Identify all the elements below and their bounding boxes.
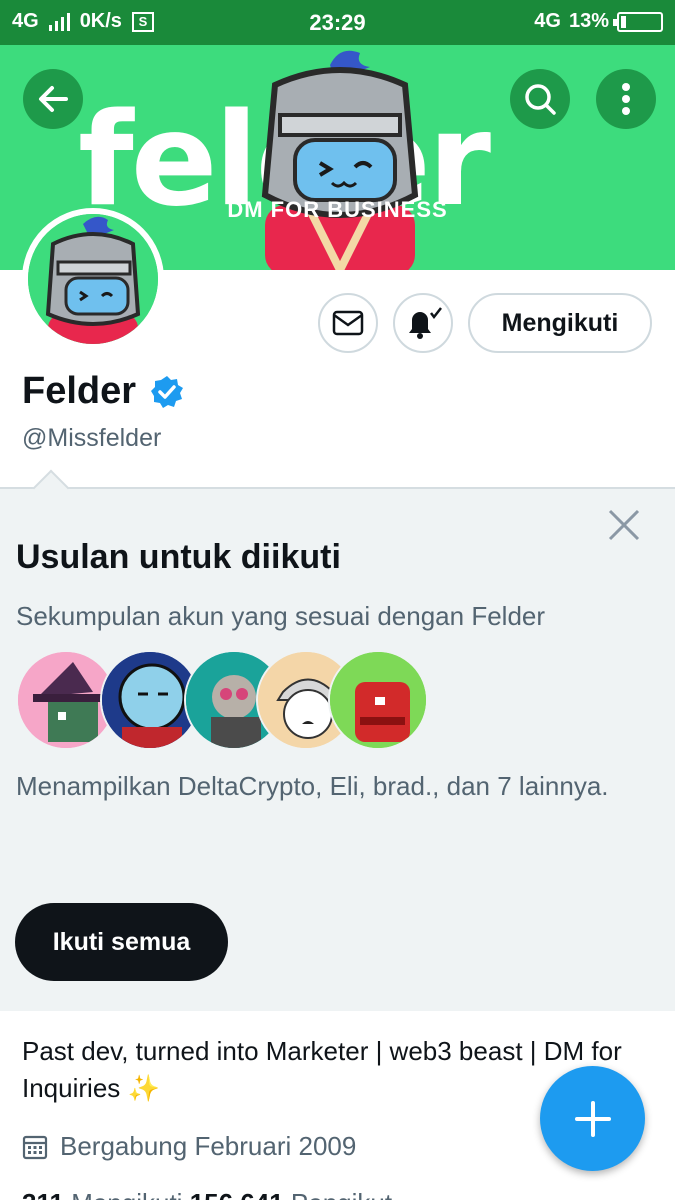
suggestions-subtitle: Sekumpulan akun yang sesuai dengan Felde… xyxy=(16,601,546,631)
avatar-5[interactable] xyxy=(328,650,428,750)
suggestions-names: Menampilkan DeltaCrypto, Eli, brad., dan… xyxy=(16,771,609,801)
calendar-icon xyxy=(22,1135,48,1159)
knight-illustration xyxy=(261,50,419,270)
following-label[interactable]: Mengikuti xyxy=(71,1188,182,1200)
plus-icon xyxy=(574,1100,611,1137)
status-bar: 4G 0K/s S 23:29 4G 13% xyxy=(0,0,675,45)
battery-icon xyxy=(613,11,663,32)
following-button[interactable]: Mengikuti xyxy=(468,293,652,353)
verified-badge-icon xyxy=(151,375,184,408)
follow-all-button[interactable]: Ikuti semua xyxy=(15,903,228,981)
network-label-right: 4G xyxy=(534,10,561,32)
arrow-left-icon xyxy=(39,86,68,112)
profile-avatar[interactable] xyxy=(22,208,164,350)
bell-check-icon xyxy=(409,307,442,339)
follow-counts: 311 Mengikuti 156.641 Pengikut xyxy=(22,1188,392,1200)
bio-text: Past dev, turned into Marketer | web3 be… xyxy=(22,1036,622,1103)
followers-label[interactable]: Pengikut xyxy=(291,1188,392,1200)
more-options-button[interactable] xyxy=(596,69,656,129)
notifications-button[interactable] xyxy=(393,293,453,353)
display-name: Felder xyxy=(22,370,137,412)
profile-handle: @Missfelder xyxy=(22,424,162,452)
status-right: 4G 13% xyxy=(534,10,663,33)
envelope-icon xyxy=(332,310,364,336)
back-button[interactable] xyxy=(23,69,83,129)
profile-name-row: Felder xyxy=(22,370,184,413)
search-icon xyxy=(525,84,556,115)
knight-avatar-image xyxy=(28,214,158,344)
joined-date-row: Bergabung Februari 2009 xyxy=(22,1131,356,1162)
compose-tweet-button[interactable] xyxy=(540,1066,645,1171)
red-dragon-image xyxy=(330,652,426,748)
suggested-avatars[interactable] xyxy=(16,650,436,750)
battery-percent: 13% xyxy=(568,10,609,32)
suggestions-title: Usulan untuk diikuti xyxy=(16,538,341,576)
message-button[interactable] xyxy=(318,293,378,353)
followers-count[interactable]: 156.641 xyxy=(190,1188,284,1200)
sparkles-emoji: ✨ xyxy=(127,1073,160,1103)
close-icon[interactable] xyxy=(606,507,642,543)
joined-date: Bergabung Februari 2009 xyxy=(60,1131,357,1161)
following-count[interactable]: 311 xyxy=(22,1188,64,1200)
search-button[interactable] xyxy=(510,69,570,129)
more-vertical-icon xyxy=(622,83,630,115)
